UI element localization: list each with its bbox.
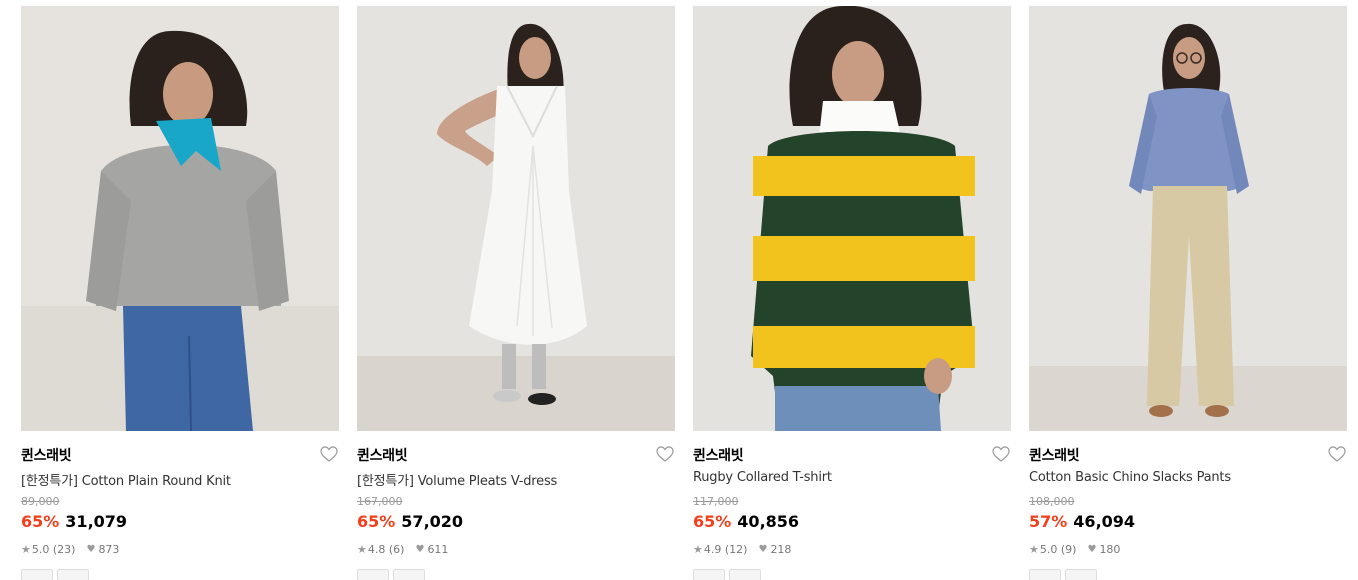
tag-badge — [393, 569, 425, 580]
product-card[interactable]: 퀸스래빗 Rugby Collared T-shirt 117,000 65% 4… — [693, 6, 1011, 580]
price-row: 65% 31,079 — [21, 512, 127, 531]
wishlist-heart-icon[interactable] — [1328, 446, 1346, 462]
sale-price: 57,020 — [401, 512, 464, 531]
brand-name[interactable]: 퀸스래빗 — [357, 445, 408, 465]
review-meta: ★ 5.0 (9) ♥ 180 — [1029, 543, 1120, 556]
original-price: 89,000 — [21, 495, 60, 508]
review-count: (9) — [1060, 543, 1077, 556]
likes-count: 218 — [770, 543, 792, 556]
star-icon: ★ — [1029, 543, 1039, 556]
product-photo[interactable] — [693, 6, 1011, 431]
rating-value: 5.0 — [1039, 543, 1058, 556]
wishlist-heart-icon[interactable] — [992, 446, 1010, 462]
likes-heart-icon: ♥ — [758, 544, 768, 555]
sale-price: 40,856 — [737, 512, 800, 531]
product-name[interactable]: [한정특가] Volume Pleats V-dress — [357, 470, 557, 489]
tag-row — [357, 569, 425, 580]
review-meta: ★ 4.8 (6) ♥ 611 — [357, 543, 448, 556]
tag-badge — [1029, 569, 1061, 580]
likes-heart-icon: ♥ — [1087, 544, 1097, 555]
likes-heart-icon: ♥ — [86, 544, 96, 555]
star-icon: ★ — [357, 543, 367, 556]
discount-rate: 65% — [693, 512, 732, 531]
product-grid: 퀸스래빗 [한정특가] Cotton Plain Round Knit 89,0… — [0, 0, 1358, 580]
product-card[interactable]: 퀸스래빗 [한정특가] Volume Pleats V-dress 167,00… — [357, 6, 675, 580]
product-photo[interactable] — [1029, 6, 1347, 431]
brand-name[interactable]: 퀸스래빗 — [21, 445, 72, 465]
tag-badge — [21, 569, 53, 580]
rating-value: 4.9 — [703, 543, 722, 556]
product-card[interactable]: 퀸스래빗 Cotton Basic Chino Slacks Pants 108… — [1029, 6, 1347, 580]
review-count: (23) — [52, 543, 76, 556]
review-meta: ★ 5.0 (23) ♥ 873 — [21, 543, 119, 556]
product-name[interactable]: Cotton Basic Chino Slacks Pants — [1029, 470, 1231, 485]
price-row: 57% 46,094 — [1029, 512, 1135, 531]
tag-badge — [1065, 569, 1097, 580]
original-price: 117,000 — [693, 495, 739, 508]
discount-rate: 65% — [357, 512, 396, 531]
likes-count: 180 — [1099, 543, 1121, 556]
wishlist-heart-icon[interactable] — [656, 446, 674, 462]
discount-rate: 57% — [1029, 512, 1068, 531]
product-card[interactable]: 퀸스래빗 [한정특가] Cotton Plain Round Knit 89,0… — [21, 6, 339, 580]
review-meta: ★ 4.9 (12) ♥ 218 — [693, 543, 791, 556]
product-name[interactable]: Rugby Collared T-shirt — [693, 470, 832, 485]
tag-badge — [693, 569, 725, 580]
wishlist-heart-icon[interactable] — [320, 446, 338, 462]
tag-badge — [57, 569, 89, 580]
star-icon: ★ — [693, 543, 703, 556]
likes-count: 873 — [98, 543, 120, 556]
price-row: 65% 40,856 — [693, 512, 799, 531]
brand-name[interactable]: 퀸스래빗 — [693, 445, 744, 465]
rating-value: 4.8 — [367, 543, 386, 556]
likes-count: 611 — [427, 543, 449, 556]
tag-row — [1029, 569, 1097, 580]
sale-price: 46,094 — [1073, 512, 1136, 531]
product-name[interactable]: [한정특가] Cotton Plain Round Knit — [21, 470, 231, 489]
discount-rate: 65% — [21, 512, 60, 531]
sale-price: 31,079 — [65, 512, 128, 531]
original-price: 108,000 — [1029, 495, 1075, 508]
brand-name[interactable]: 퀸스래빗 — [1029, 445, 1080, 465]
tag-row — [21, 569, 89, 580]
original-price: 167,000 — [357, 495, 403, 508]
price-row: 65% 57,020 — [357, 512, 463, 531]
product-photo[interactable] — [21, 6, 339, 431]
tag-row — [693, 569, 761, 580]
tag-badge — [729, 569, 761, 580]
likes-heart-icon: ♥ — [415, 544, 425, 555]
rating-value: 5.0 — [31, 543, 50, 556]
review-count: (12) — [724, 543, 748, 556]
product-photo[interactable] — [357, 6, 675, 431]
tag-badge — [357, 569, 389, 580]
star-icon: ★ — [21, 543, 31, 556]
review-count: (6) — [388, 543, 405, 556]
